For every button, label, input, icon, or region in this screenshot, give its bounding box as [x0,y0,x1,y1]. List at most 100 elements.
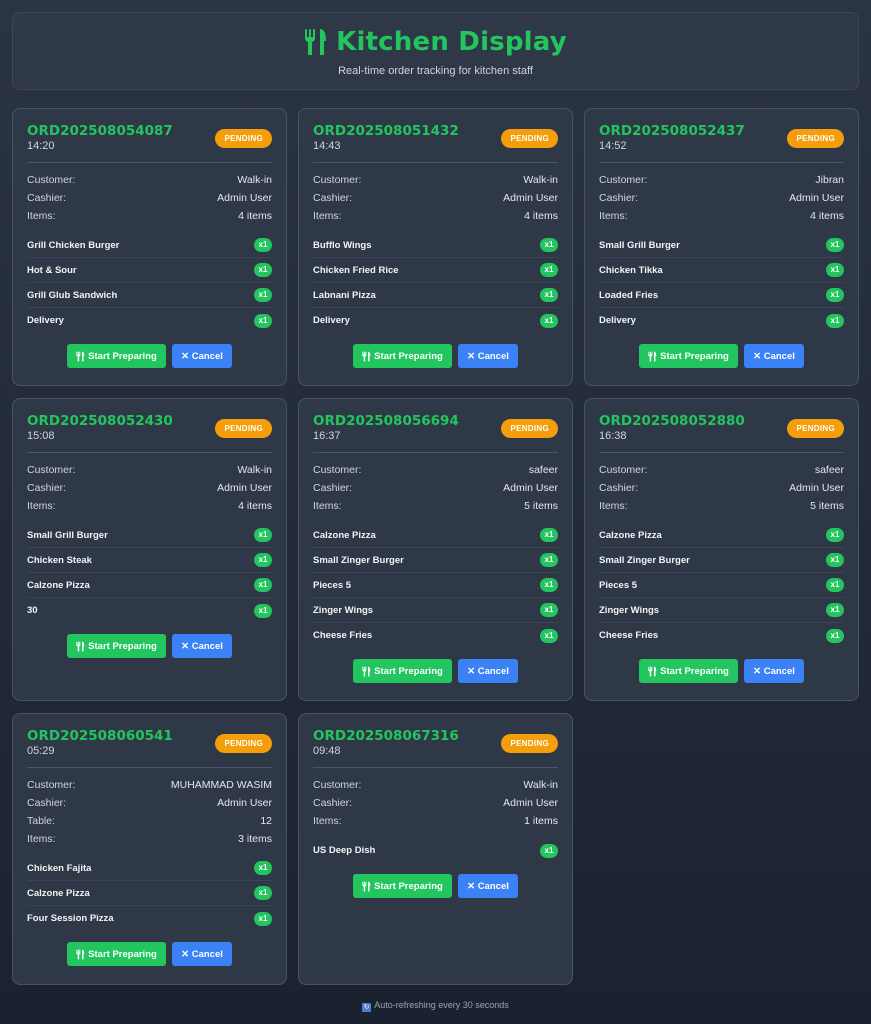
item-quantity-badge: x1 [254,911,272,926]
status-badge: PENDING [215,419,272,438]
item-quantity-badge: x1 [540,628,558,643]
start-preparing-button[interactable]: Start Preparing [639,344,738,368]
order-time: 14:43 [313,140,341,152]
items-count-row: Items: 4 items [27,497,272,515]
cancel-button[interactable]: ✕ Cancel [458,659,518,683]
utensils-icon [76,351,85,361]
item-name: Labnani Pizza [313,289,376,301]
cancel-button[interactable]: ✕ Cancel [744,659,804,683]
item-name: Calzone Pizza [599,529,662,541]
cancel-button[interactable]: ✕ Cancel [172,344,232,368]
customer-label: Customer: [27,174,76,186]
auto-refresh-note: ↻ Auto-refreshing every 30 seconds [0,1000,871,1012]
start-preparing-button[interactable]: Start Preparing [353,659,452,683]
page-header: Kitchen Display Real-time order tracking… [12,12,859,90]
items-count-value: 4 items [238,500,272,512]
order-card: ORD202508052880 16:38 PENDING Customer: s… [584,398,859,701]
order-info: Customer: Walk-in Cashier: Admin User Items… [313,776,558,830]
customer-value: Walk-in [237,464,272,476]
order-item: Zinger Wings x1 [599,598,844,623]
start-preparing-button[interactable]: Start Preparing [353,344,452,368]
start-preparing-button[interactable]: Start Preparing [67,942,166,966]
card-actions: Start Preparing ✕ Cancel [599,659,844,683]
order-item: Calzone Pizza x1 [313,523,558,548]
item-name: Cheese Fries [313,630,373,641]
start-preparing-button[interactable]: Start Preparing [353,874,452,898]
item-quantity-badge: x1 [826,528,844,542]
cancel-button[interactable]: ✕ Cancel [172,942,232,966]
status-badge: PENDING [787,419,844,438]
utensils-icon [648,351,657,361]
cashier-row: Cashier: Admin User [27,189,272,207]
card-actions: Start Preparing ✕ Cancel [599,344,844,368]
cashier-label: Cashier: [27,797,67,809]
item-name: Small Zinger Burger [313,554,404,566]
order-item: Chicken Fried Rice x1 [313,258,558,283]
order-items-list: Calzone Pizza x1 Small Zinger Burger x1 … [599,523,844,648]
item-quantity-badge: x1 [826,603,844,617]
start-preparing-label: Start Preparing [374,880,443,892]
order-item: Zinger Wings x1 [313,598,558,623]
start-preparing-button[interactable]: Start Preparing [639,659,738,683]
cancel-button[interactable]: ✕ Cancel [744,344,804,368]
item-quantity-badge: x1 [826,313,844,328]
item-name: Calzone Pizza [313,529,376,541]
card-header: ORD202508060541 05:29 PENDING [27,728,272,757]
order-time: 09:48 [313,745,341,757]
items-count-row: Items: 4 items [313,207,558,225]
item-quantity-badge: x1 [540,553,558,567]
divider [27,162,272,163]
order-item: Labnani Pizza x1 [313,283,558,308]
item-name: Calzone Pizza [27,579,90,591]
item-quantity-badge: x1 [254,553,272,567]
order-items-list: Small Grill Burger x1 Chicken Tikka x1 L… [599,233,844,333]
order-info: Customer: safeer Cashier: Admin User Items:… [313,461,558,515]
item-name: Zinger Wings [313,604,374,616]
status-badge: PENDING [215,129,272,148]
item-quantity-badge: x1 [254,528,272,542]
order-item: Hot & Sour x1 [27,258,272,283]
cancel-label: ✕ Cancel [181,948,223,960]
cancel-button[interactable]: ✕ Cancel [172,634,232,658]
order-item: Delivery x1 [27,308,272,333]
customer-value: Walk-in [523,779,558,791]
item-name: Loaded Fries [599,289,659,301]
table-value: 12 [260,815,272,827]
items-count-value: 4 items [238,210,272,222]
order-item: Calzone Pizza x1 [27,573,272,598]
order-item: Cheese Fries x1 [599,623,844,648]
item-name: Pieces 5 [313,579,352,591]
customer-label: Customer: [313,779,362,791]
cashier-value: Admin User [217,192,272,204]
start-preparing-button[interactable]: Start Preparing [67,634,166,658]
start-preparing-label: Start Preparing [88,350,157,362]
items-count-row: Items: 3 items [27,830,272,848]
item-quantity-badge: x1 [826,238,844,252]
items-label: Items: [313,500,342,512]
card-actions: Start Preparing ✕ Cancel [313,659,558,683]
item-name: Chicken Fajita [27,862,92,874]
order-id: ORD202508067316 [313,728,459,744]
cancel-button[interactable]: ✕ Cancel [458,874,518,898]
cashier-row: Cashier: Admin User [313,794,558,812]
order-item: Small Zinger Burger x1 [313,548,558,573]
start-preparing-button[interactable]: Start Preparing [67,344,166,368]
cashier-row: Cashier: Admin User [27,794,272,812]
card-header: ORD202508052880 16:38 PENDING [599,413,844,442]
customer-row: Customer: Walk-in [27,461,272,479]
status-badge: PENDING [215,734,272,753]
order-items-list: Bufflo Wings x1 Chicken Fried Rice x1 La… [313,233,558,333]
order-card: ORD202508052430 15:08 PENDING Customer: W… [12,398,287,701]
status-badge: PENDING [501,129,558,148]
order-id: ORD202508052880 [599,413,745,429]
cancel-button[interactable]: ✕ Cancel [458,344,518,368]
status-badge: PENDING [501,419,558,438]
items-count-value: 4 items [524,210,558,222]
order-items-list: Small Grill Burger x1 Chicken Steak x1 C… [27,523,272,623]
cancel-label: ✕ Cancel [181,640,223,652]
order-card: ORD202508056694 16:37 PENDING Customer: s… [298,398,573,701]
start-preparing-label: Start Preparing [88,948,157,960]
items-count-value: 3 items [238,833,272,845]
card-actions: Start Preparing ✕ Cancel [27,634,272,658]
order-item: Chicken Steak x1 [27,548,272,573]
